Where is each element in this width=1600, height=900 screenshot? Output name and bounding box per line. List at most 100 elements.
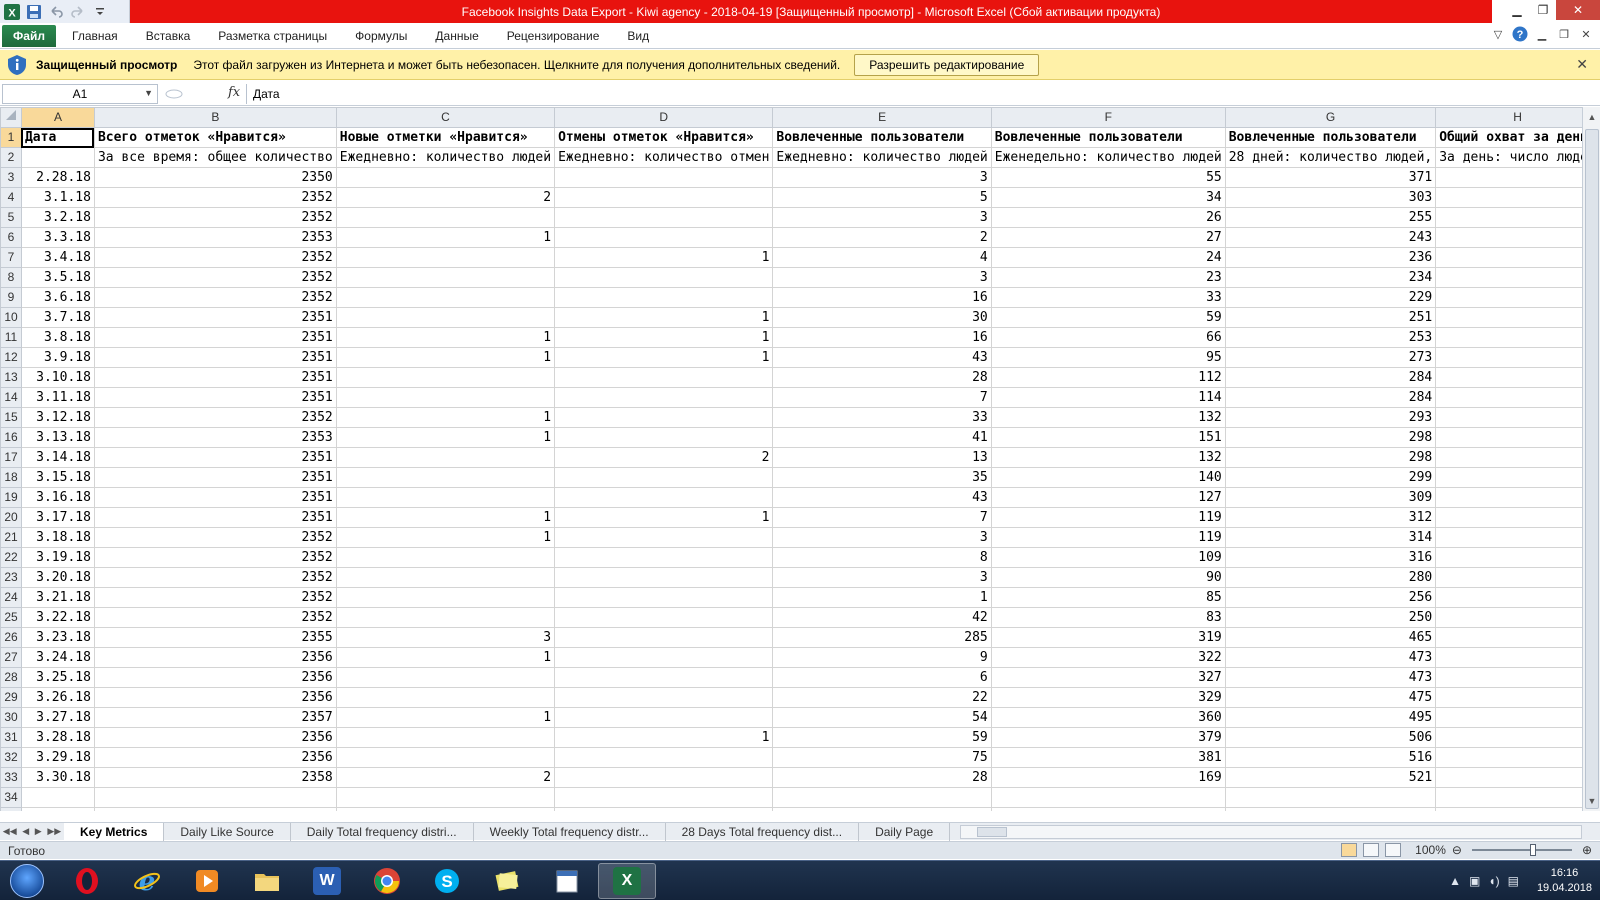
cell[interactable]: 1 xyxy=(554,247,774,268)
cell[interactable] xyxy=(335,687,556,708)
first-sheet-icon[interactable]: ◀◀ xyxy=(3,826,17,837)
cell[interactable]: 2352 xyxy=(93,547,337,568)
cell[interactable] xyxy=(1435,787,1600,808)
taskbar-sticky-notes[interactable] xyxy=(478,863,536,899)
cell[interactable]: 3.4.18 xyxy=(20,247,95,268)
tab-2[interactable]: Разметка страницы xyxy=(204,23,341,49)
cell[interactable]: 3 xyxy=(772,167,992,188)
cell[interactable]: 329 xyxy=(990,687,1226,708)
cell[interactable]: 33 xyxy=(990,287,1226,308)
cell[interactable] xyxy=(554,267,774,288)
tab-3[interactable]: Формулы xyxy=(341,23,421,49)
cell[interactable] xyxy=(554,787,774,808)
cell[interactable]: 234 xyxy=(1224,267,1437,288)
ribbon-collapse-icon[interactable]: ▽ xyxy=(1490,26,1506,42)
taskbar-opera[interactable] xyxy=(58,863,116,899)
cell[interactable] xyxy=(1435,527,1600,548)
row-header[interactable]: 30 xyxy=(0,707,22,728)
cell[interactable] xyxy=(1435,167,1600,188)
cell[interactable]: 119 xyxy=(990,527,1226,548)
cell[interactable]: 2351 xyxy=(93,347,337,368)
cell[interactable] xyxy=(335,467,556,488)
scroll-up-icon[interactable]: ▲ xyxy=(1583,109,1600,125)
row-header[interactable]: 29 xyxy=(0,687,22,708)
cell[interactable] xyxy=(335,207,556,228)
cell[interactable]: 1 xyxy=(554,347,774,368)
help-icon[interactable]: ? xyxy=(1512,26,1528,42)
cell[interactable]: 33 xyxy=(772,407,992,428)
cell[interactable] xyxy=(554,647,774,668)
cell[interactable] xyxy=(1435,427,1600,448)
cell[interactable]: 2 xyxy=(335,767,556,788)
sheet-tab[interactable]: Daily Total frequency distri... xyxy=(291,822,474,841)
column-header-e[interactable]: E xyxy=(772,107,992,128)
cell[interactable]: 16 xyxy=(772,327,992,348)
cell[interactable] xyxy=(554,167,774,188)
row-header[interactable]: 19 xyxy=(0,487,22,508)
row-header[interactable]: 17 xyxy=(0,447,22,468)
cell[interactable]: 4 xyxy=(772,247,992,268)
cell[interactable] xyxy=(554,427,774,448)
cell[interactable]: 2.28.18 xyxy=(20,167,95,188)
cell[interactable] xyxy=(554,807,774,811)
cell[interactable]: 43 xyxy=(772,347,992,368)
start-button[interactable] xyxy=(4,863,50,899)
cell[interactable] xyxy=(1435,387,1600,408)
cell[interactable]: Общий охват за день xyxy=(1435,127,1600,148)
cell[interactable]: 251 xyxy=(1224,307,1437,328)
cell[interactable] xyxy=(1435,767,1600,788)
tab-0[interactable]: Главная xyxy=(58,23,132,49)
zoom-slider[interactable] xyxy=(1471,844,1572,856)
volume-icon[interactable]: ◖) xyxy=(1488,874,1499,888)
cell[interactable] xyxy=(1435,607,1600,628)
cell[interactable]: 28 xyxy=(772,367,992,388)
cell[interactable] xyxy=(554,547,774,568)
cell[interactable] xyxy=(1435,507,1600,528)
cell[interactable]: 59 xyxy=(990,307,1226,328)
cell[interactable]: 2351 xyxy=(93,447,337,468)
undo-icon[interactable] xyxy=(46,2,66,22)
cell[interactable]: 114 xyxy=(990,387,1226,408)
cell[interactable]: 3 xyxy=(335,627,556,648)
cell[interactable]: 24 xyxy=(990,247,1226,268)
cell[interactable]: 3.14.18 xyxy=(20,447,95,468)
page-break-view-button[interactable] xyxy=(1385,843,1402,857)
row-header[interactable]: 34 xyxy=(0,787,22,808)
row-header[interactable]: 15 xyxy=(0,407,22,428)
cell[interactable] xyxy=(554,287,774,308)
cell[interactable] xyxy=(1224,787,1437,808)
cell[interactable]: 1 xyxy=(335,647,556,668)
tab-4[interactable]: Данные xyxy=(421,23,492,49)
cell[interactable]: 284 xyxy=(1224,367,1437,388)
column-header-h[interactable]: H xyxy=(1435,107,1600,128)
zoom-level[interactable]: 100% xyxy=(1415,843,1446,857)
cell[interactable]: 2 xyxy=(335,187,556,208)
cell[interactable]: 521 xyxy=(1224,767,1437,788)
cell[interactable]: 250 xyxy=(1224,607,1437,628)
cell[interactable]: Вовлеченные пользователи xyxy=(772,127,992,148)
cell[interactable] xyxy=(1435,647,1600,668)
cell[interactable]: 475 xyxy=(1224,687,1437,708)
row-header[interactable]: 33 xyxy=(0,767,22,788)
cell[interactable] xyxy=(554,467,774,488)
cell[interactable] xyxy=(335,607,556,628)
cell[interactable]: Всего отметок «Нравится» xyxy=(93,127,337,148)
row-header[interactable]: 2 xyxy=(0,147,22,168)
cell[interactable] xyxy=(554,187,774,208)
row-header[interactable]: 8 xyxy=(0,267,22,288)
taskbar-chrome[interactable] xyxy=(358,863,416,899)
cell[interactable]: 43 xyxy=(772,487,992,508)
cell[interactable]: 256 xyxy=(1224,587,1437,608)
cell[interactable]: 54 xyxy=(772,707,992,728)
cell[interactable]: 112 xyxy=(990,367,1226,388)
formula-input[interactable]: Дата xyxy=(246,84,1588,104)
cell[interactable]: 109 xyxy=(990,547,1226,568)
cell[interactable] xyxy=(554,367,774,388)
cell[interactable]: 299 xyxy=(1224,467,1437,488)
cell[interactable]: 280 xyxy=(1224,567,1437,588)
cell[interactable] xyxy=(1435,187,1600,208)
cell[interactable]: 2352 xyxy=(93,267,337,288)
cell[interactable]: 22 xyxy=(772,687,992,708)
maximize-button[interactable]: ❐ xyxy=(1530,0,1556,20)
show-hidden-icons-icon[interactable]: ▲ xyxy=(1449,874,1461,888)
